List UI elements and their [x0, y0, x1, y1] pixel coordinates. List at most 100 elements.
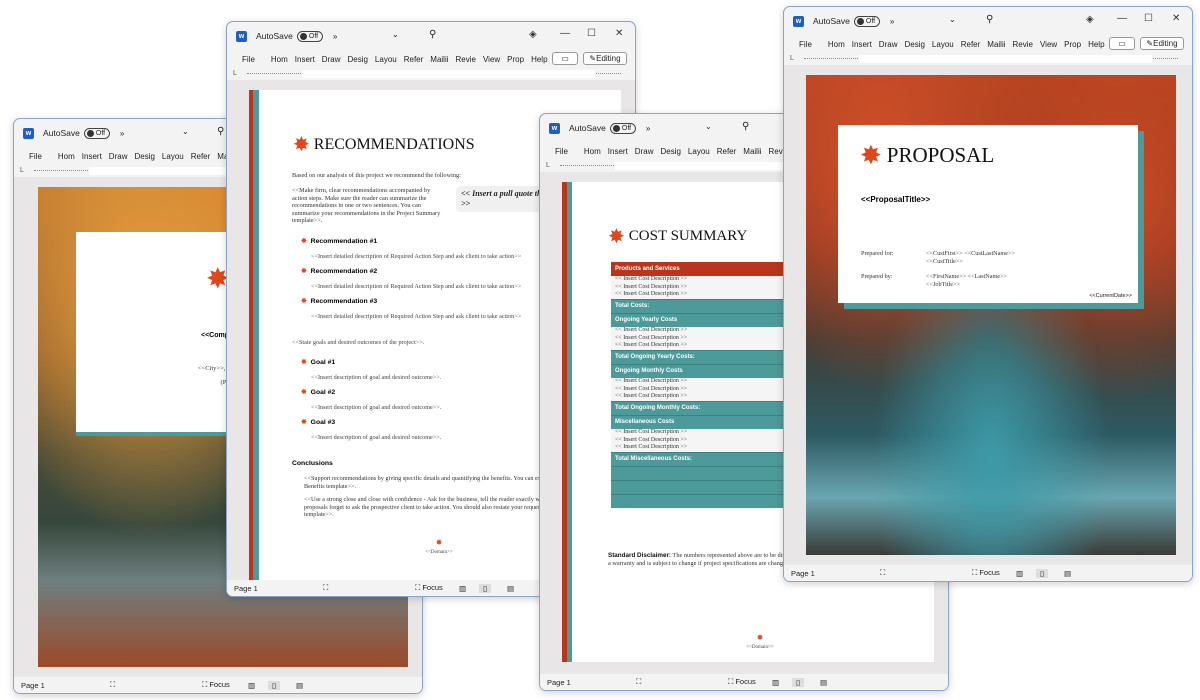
tab-home[interactable]: Hom: [581, 147, 605, 156]
tab-help[interactable]: Help: [1085, 40, 1108, 49]
comments-button[interactable]: ▭: [1109, 37, 1135, 50]
page-indicator[interactable]: Page 1: [547, 678, 571, 687]
chevron-down-icon[interactable]: ⌄: [705, 122, 712, 131]
autosave-toggle[interactable]: Off: [296, 30, 323, 42]
tab-mailings[interactable]: Mailii: [427, 55, 452, 64]
tab-layout[interactable]: Layou: [929, 40, 958, 49]
comments-button[interactable]: ▭: [552, 52, 578, 65]
tab-references[interactable]: Refer: [714, 147, 741, 156]
tab-home[interactable]: Hom: [825, 40, 849, 49]
tab-mailings[interactable]: Mailii: [984, 40, 1009, 49]
prepared-by-title: <<JobTitle>>: [926, 280, 961, 288]
tab-draw[interactable]: Draw: [106, 152, 132, 161]
tab-properties[interactable]: Prop: [1061, 40, 1085, 49]
tab-file[interactable]: File: [26, 152, 55, 161]
more-commands-icon[interactable]: »: [890, 17, 894, 26]
horizontal-ruler[interactable]: L: [227, 68, 635, 80]
tab-insert[interactable]: Insert: [849, 40, 876, 49]
read-mode-icon[interactable]: ▥: [772, 678, 779, 687]
proposal-cover-page: ✸ PROPOSAL <<ProposalTitle>> Prepared fo…: [806, 75, 1176, 555]
tab-insert[interactable]: Insert: [605, 147, 632, 156]
web-layout-icon[interactable]: ▤: [507, 584, 514, 593]
tab-selector-icon[interactable]: L: [20, 167, 24, 174]
tab-home[interactable]: Hom: [268, 55, 292, 64]
minimize-button[interactable]: —: [1117, 13, 1127, 24]
focus-button[interactable]: ⛶ Focus: [972, 568, 1000, 578]
read-mode-icon[interactable]: ▥: [1016, 569, 1023, 578]
search-icon[interactable]: ⚲: [217, 126, 224, 137]
horizontal-ruler[interactable]: L: [784, 53, 1192, 65]
tab-layout[interactable]: Layou: [685, 147, 714, 156]
print-layout-icon[interactable]: ▯: [479, 583, 492, 593]
web-layout-icon[interactable]: ▤: [296, 681, 303, 690]
focus-button[interactable]: ⛶ Focus: [415, 583, 443, 593]
close-button[interactable]: ✕: [1172, 13, 1180, 24]
search-icon[interactable]: ⚲: [986, 14, 993, 25]
tab-selector-icon[interactable]: L: [790, 55, 794, 62]
tab-design[interactable]: Desig: [344, 55, 371, 64]
tab-design[interactable]: Desig: [901, 40, 928, 49]
tab-home[interactable]: Hom: [55, 152, 79, 161]
more-commands-icon[interactable]: »: [120, 129, 124, 138]
tab-layout[interactable]: Layou: [372, 55, 401, 64]
print-layout-icon[interactable]: ▯: [792, 677, 805, 687]
search-icon[interactable]: ⚲: [742, 121, 749, 132]
tab-view[interactable]: View: [480, 55, 504, 64]
editing-mode-button[interactable]: ✎ Editing: [1140, 37, 1184, 50]
maximize-button[interactable]: ☐: [1144, 13, 1153, 24]
tab-file[interactable]: File: [552, 147, 581, 156]
tab-draw[interactable]: Draw: [876, 40, 902, 49]
focus-button[interactable]: ⛶ Focus: [728, 677, 756, 687]
tab-review[interactable]: Revie: [453, 55, 480, 64]
page-indicator[interactable]: Page 1: [21, 681, 45, 690]
accessibility-icon[interactable]: ⛶: [636, 677, 641, 687]
accessibility-icon[interactable]: ⛶: [110, 680, 115, 690]
tab-review[interactable]: Revie: [1010, 40, 1037, 49]
editing-mode-button[interactable]: ✎ Editing: [583, 52, 627, 65]
chevron-down-icon[interactable]: ⌄: [182, 127, 189, 136]
tab-view[interactable]: View: [1037, 40, 1061, 49]
tab-layout[interactable]: Layou: [159, 152, 188, 161]
accessibility-icon[interactable]: ⛶: [880, 568, 885, 578]
tab-selector-icon[interactable]: L: [233, 70, 237, 77]
autosave-toggle[interactable]: Off: [609, 122, 636, 134]
page-indicator[interactable]: Page 1: [234, 584, 258, 593]
focus-button[interactable]: ⛶ Focus: [202, 680, 230, 690]
maximize-button[interactable]: ☐: [587, 28, 596, 39]
tab-references[interactable]: Refer: [401, 55, 428, 64]
tab-selector-icon[interactable]: L: [546, 162, 550, 169]
chevron-down-icon[interactable]: ⌄: [392, 30, 399, 39]
autosave-toggle[interactable]: Off: [853, 15, 880, 27]
footer-leaf-icon: ✸: [756, 633, 764, 642]
more-commands-icon[interactable]: »: [333, 32, 337, 41]
minimize-button[interactable]: —: [560, 28, 570, 39]
web-layout-icon[interactable]: ▤: [1064, 569, 1071, 578]
accessibility-icon[interactable]: ⛶: [323, 583, 328, 593]
close-button[interactable]: ✕: [615, 28, 623, 39]
tab-design[interactable]: Desig: [657, 147, 684, 156]
diamond-icon[interactable]: ◈: [529, 29, 537, 40]
tab-file[interactable]: File: [796, 40, 825, 49]
autosave-toggle[interactable]: Off: [83, 127, 110, 139]
tab-design[interactable]: Desig: [131, 152, 158, 161]
tab-references[interactable]: Refer: [958, 40, 985, 49]
tab-references[interactable]: Refer: [188, 152, 215, 161]
tab-properties[interactable]: Prop: [504, 55, 528, 64]
tab-file[interactable]: File: [239, 55, 268, 64]
tab-help[interactable]: Help: [528, 55, 551, 64]
more-commands-icon[interactable]: »: [646, 124, 650, 133]
search-icon[interactable]: ⚲: [429, 29, 436, 40]
web-layout-icon[interactable]: ▤: [820, 678, 827, 687]
tab-mailings[interactable]: Mailii: [740, 147, 765, 156]
diamond-icon[interactable]: ◈: [1086, 14, 1094, 25]
chevron-down-icon[interactable]: ⌄: [949, 15, 956, 24]
read-mode-icon[interactable]: ▥: [459, 584, 466, 593]
tab-draw[interactable]: Draw: [632, 147, 658, 156]
read-mode-icon[interactable]: ▥: [248, 681, 255, 690]
print-layout-icon[interactable]: ▯: [268, 680, 281, 690]
tab-insert[interactable]: Insert: [292, 55, 319, 64]
tab-insert[interactable]: Insert: [79, 152, 106, 161]
tab-draw[interactable]: Draw: [319, 55, 345, 64]
print-layout-icon[interactable]: ▯: [1036, 568, 1049, 578]
page-indicator[interactable]: Page 1: [791, 569, 815, 578]
